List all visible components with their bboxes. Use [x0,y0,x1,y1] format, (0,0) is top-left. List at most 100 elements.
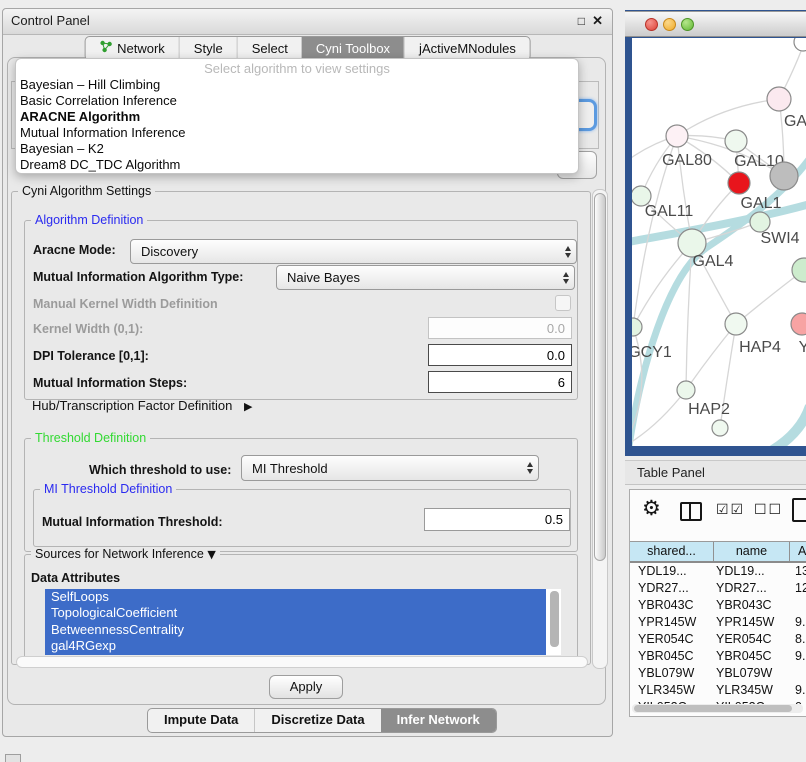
dropdown-item-list: Bayesian – Hill ClimbingBasic Correlatio… [16,77,578,173]
network-node-gal1[interactable] [728,172,750,194]
dropdown-item[interactable]: Dream8 DC_TDC Algorithm [16,157,578,173]
column-header[interactable]: shared... [630,542,714,561]
network-node-gal[interactable] [767,87,791,111]
data-attributes-selection: SelfLoopsTopologicalCoefficientBetweenne… [45,589,546,655]
control-panel-titlebar: Control Panel □ ✕ [3,9,612,35]
dropdown-item[interactable]: Bayesian – Hill Climbing [16,77,578,93]
manual-kernel-width-checkbox[interactable] [555,295,571,311]
tab-select[interactable]: Select [237,37,302,60]
combo-stepper-icon [560,246,576,258]
gear-icon[interactable]: ⚙ [642,496,661,520]
hub-tf-definition-toggle[interactable]: Hub/Transcription Factor Definition ▶ [32,398,252,413]
which-threshold-combo[interactable]: MI Threshold [241,455,539,481]
network-node[interactable] [770,162,798,190]
sources-group-title[interactable]: Sources for Network Inference ▼ [31,547,220,561]
kernel-width-field[interactable]: 0.0 [428,317,572,339]
network-node-hap2[interactable] [677,381,695,399]
horizontal-scrollbar[interactable] [16,656,588,668]
aracne-mode-value: Discovery [131,244,560,259]
column-header[interactable]: A [790,542,806,561]
network-node[interactable] [792,258,806,282]
network-node[interactable] [712,420,728,436]
network-graph[interactable]: GALGAL80GAL10GAL1GAL11SWI4GAL4GCY1HAP4YH… [632,38,806,446]
network-node-label: GAL11 [645,203,694,220]
table-row[interactable]: YPR145WYPR145W9. [630,614,806,631]
dropdown-item[interactable]: Bayesian – K2 [16,141,578,157]
attribute-item[interactable]: BetweennessCentrality [45,622,546,638]
network-node-hap4[interactable] [725,313,747,335]
attribute-item[interactable]: SelfLoops [45,589,546,605]
table-horizontal-scrollbar[interactable] [632,704,803,713]
network-node-label: GAL1 [741,195,782,212]
table-scrollbar-thumb[interactable] [634,705,792,712]
close-traffic-light-icon[interactable] [645,18,658,31]
mi-algorithm-type-combo[interactable]: Naive Bayes [276,265,575,290]
mi-steps-field[interactable]: 6 [428,371,572,393]
table-cell: YDL19... [638,563,687,580]
column-header[interactable]: name [714,542,790,561]
split-columns-icon[interactable] [680,502,702,521]
chevron-down-icon: ▼ [207,548,215,561]
table-row[interactable]: YBR043CYBR043C [630,597,806,614]
table-row[interactable]: YDR27...YDR27...12 [630,580,806,597]
dropdown-item[interactable]: Basic Correlation Inference [16,93,578,109]
tab-label: Style [194,38,223,60]
dropdown-item[interactable]: ARACNE Algorithm [16,109,578,125]
attribute-item[interactable]: TopologicalCoefficient [45,605,546,621]
attribute-item[interactable]: gal4RGexp [45,638,546,654]
bottom-tab-infer-network[interactable]: Infer Network [381,709,496,732]
float-window-icon[interactable]: □ [578,14,585,28]
network-node-gal10[interactable] [725,130,747,152]
bottom-tab-discretize-data[interactable]: Discretize Data [254,709,380,732]
document-icon[interactable] [792,498,806,522]
table-rows: YDL19...YDL19...13YDR27...YDR27...12YBR0… [630,563,806,704]
control-panel-title: Control Panel [11,13,90,28]
network-node-y[interactable] [791,313,806,335]
table-row[interactable]: YLR345WYLR345W9. [630,682,806,699]
table-row[interactable]: YER054CYER054C8. [630,631,806,648]
close-icon[interactable]: ✕ [592,13,603,29]
table-row[interactable]: YBL079WYBL079W [630,665,806,682]
table-cell: 13 [795,563,806,580]
dpi-tolerance-field[interactable]: 0.0 [428,344,572,366]
mi-steps-label: Mutual Information Steps: [33,376,187,390]
unchecked-columns-icon[interactable]: ☐☐ [754,502,783,518]
control-panel-window: Control Panel □ ✕ Network Style Select Cyni… [2,8,613,737]
minimize-traffic-light-icon[interactable] [663,18,676,31]
bottom-tab-impute-data[interactable]: Impute Data [148,709,254,732]
table-cell: 9. [795,682,805,699]
network-node[interactable] [794,38,806,51]
settings-scrollbar-track[interactable] [592,189,608,669]
network-window-titlebar[interactable] [625,11,806,37]
network-node-gcy1[interactable] [632,318,642,336]
dropdown-item[interactable]: Mutual Information Inference [16,125,578,141]
zoom-traffic-light-icon[interactable] [681,18,694,31]
table-panel-title: Table Panel [637,465,705,480]
network-node-label: GCY1 [632,344,672,361]
tab-network[interactable]: Network [85,37,179,60]
tab-cyni-toolbox[interactable]: Cyni Toolbox [302,37,404,60]
table-row[interactable]: YBR045CYBR045C9. [630,648,806,665]
apply-button[interactable]: Apply [269,675,343,699]
network-edge[interactable] [686,324,736,390]
aracne-mode-combo[interactable]: Discovery [130,239,577,264]
tab-style[interactable]: Style [179,37,237,60]
table-row[interactable]: YDL19...YDL19...13 [630,563,806,580]
network-canvas[interactable]: GALGAL80GAL10GAL1GAL11SWI4GAL4GCY1HAP4YH… [632,38,806,446]
network-view-window: GALGAL80GAL10GAL1GAL11SWI4GAL4GCY1HAP4YH… [625,10,806,456]
settings-scrollbar-thumb[interactable] [594,193,606,561]
tab-label: jActiveMNodules [419,38,516,60]
network-node-gal80[interactable] [666,125,688,147]
algorithm-definition-group: Algorithm Definition Aracne Mode: Discov… [24,220,578,400]
sources-title-text: Sources for Network Inference [35,547,204,561]
list-scrollbar-thumb[interactable] [550,591,559,647]
checked-columns-icon[interactable]: ☑☑ [716,502,745,518]
network-node-label: GAL [784,113,806,130]
network-node-swi4[interactable] [750,212,770,232]
network-edge[interactable] [677,99,779,136]
tab-jactivemnodules[interactable]: jActiveMNodules [404,37,530,60]
mi-threshold-field[interactable]: 0.5 [424,508,570,531]
tab-label: Cyni Toolbox [316,38,390,60]
network-edge-thick[interactable] [762,406,806,446]
algorithm-dropdown-popup: Select algorithm to view settings Bayesi… [15,58,579,174]
